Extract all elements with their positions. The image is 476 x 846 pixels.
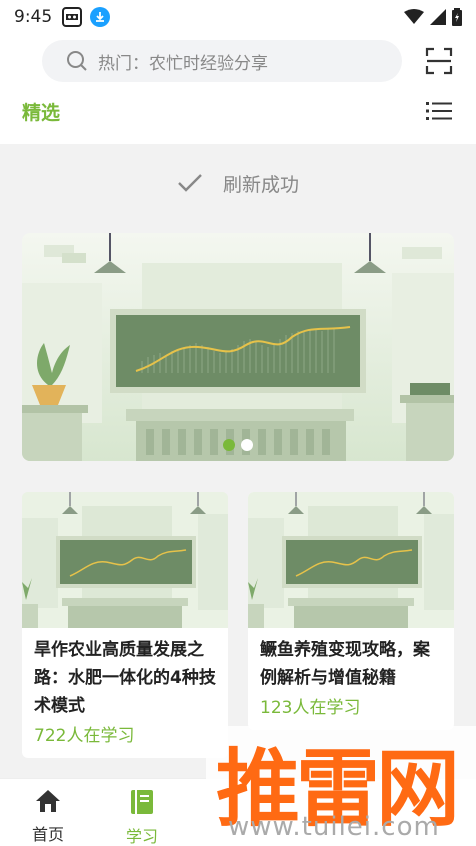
refresh-notice: 刷新成功: [0, 166, 476, 200]
scan-icon: [425, 47, 453, 75]
status-bar: 9:45: [0, 0, 476, 34]
watermark-url: www.tuilei.com: [228, 812, 440, 842]
tab-featured[interactable]: 精选: [22, 98, 60, 125]
home-icon: [36, 790, 60, 812]
nav-home[interactable]: 首页: [18, 789, 78, 845]
classroom-illustration: [22, 233, 454, 461]
list-icon: [426, 102, 452, 120]
course-title: 鳜鱼养殖变现攻略，案例解析与增值秘籍: [260, 640, 430, 688]
nav-study-label: 学习: [125, 827, 158, 846]
course-thumbnail: [248, 492, 454, 628]
app-notification-icon: [62, 7, 83, 27]
category-menu-button[interactable]: [426, 100, 452, 124]
course-thumbnail: [22, 492, 228, 628]
checkmark-icon: [178, 174, 202, 192]
wifi-icon: [404, 9, 424, 24]
status-time: 9:45: [14, 7, 53, 27]
course-title: 旱作农业高质量发展之路：水肥一体化的4种技术模式: [34, 640, 216, 716]
carousel-dot[interactable]: [241, 439, 253, 451]
signal-icon: [430, 9, 446, 25]
battery-icon: [452, 8, 462, 26]
course-card[interactable]: 旱作农业高质量发展之路：水肥一体化的4种技术模式 722人在学习: [22, 492, 228, 758]
learner-count: 123人在学习: [260, 698, 361, 718]
search-icon: [67, 51, 87, 71]
search-input[interactable]: 热门：农忙时经验分享: [42, 40, 402, 82]
refresh-text: 刷新成功: [222, 173, 299, 196]
nav-home-label: 首页: [31, 825, 64, 844]
download-icon: [90, 7, 111, 27]
header: 热门：农忙时经验分享 精选: [0, 34, 476, 144]
nav-study[interactable]: 学习: [112, 789, 172, 846]
watermark: 推雷网 www.tuilei.com: [206, 726, 476, 846]
course-card[interactable]: 鳜鱼养殖变现攻略，案例解析与增值秘籍 123人在学习: [248, 492, 454, 730]
banner-carousel[interactable]: [22, 233, 454, 461]
scan-button[interactable]: [424, 46, 454, 76]
learner-count: 722人在学习: [34, 726, 135, 746]
carousel-dot-active[interactable]: [223, 439, 235, 451]
carousel-dots: [223, 439, 253, 451]
book-icon: [131, 790, 153, 814]
search-placeholder: 热门：农忙时经验分享: [98, 53, 268, 74]
category-tab-row: 精选: [0, 94, 476, 134]
